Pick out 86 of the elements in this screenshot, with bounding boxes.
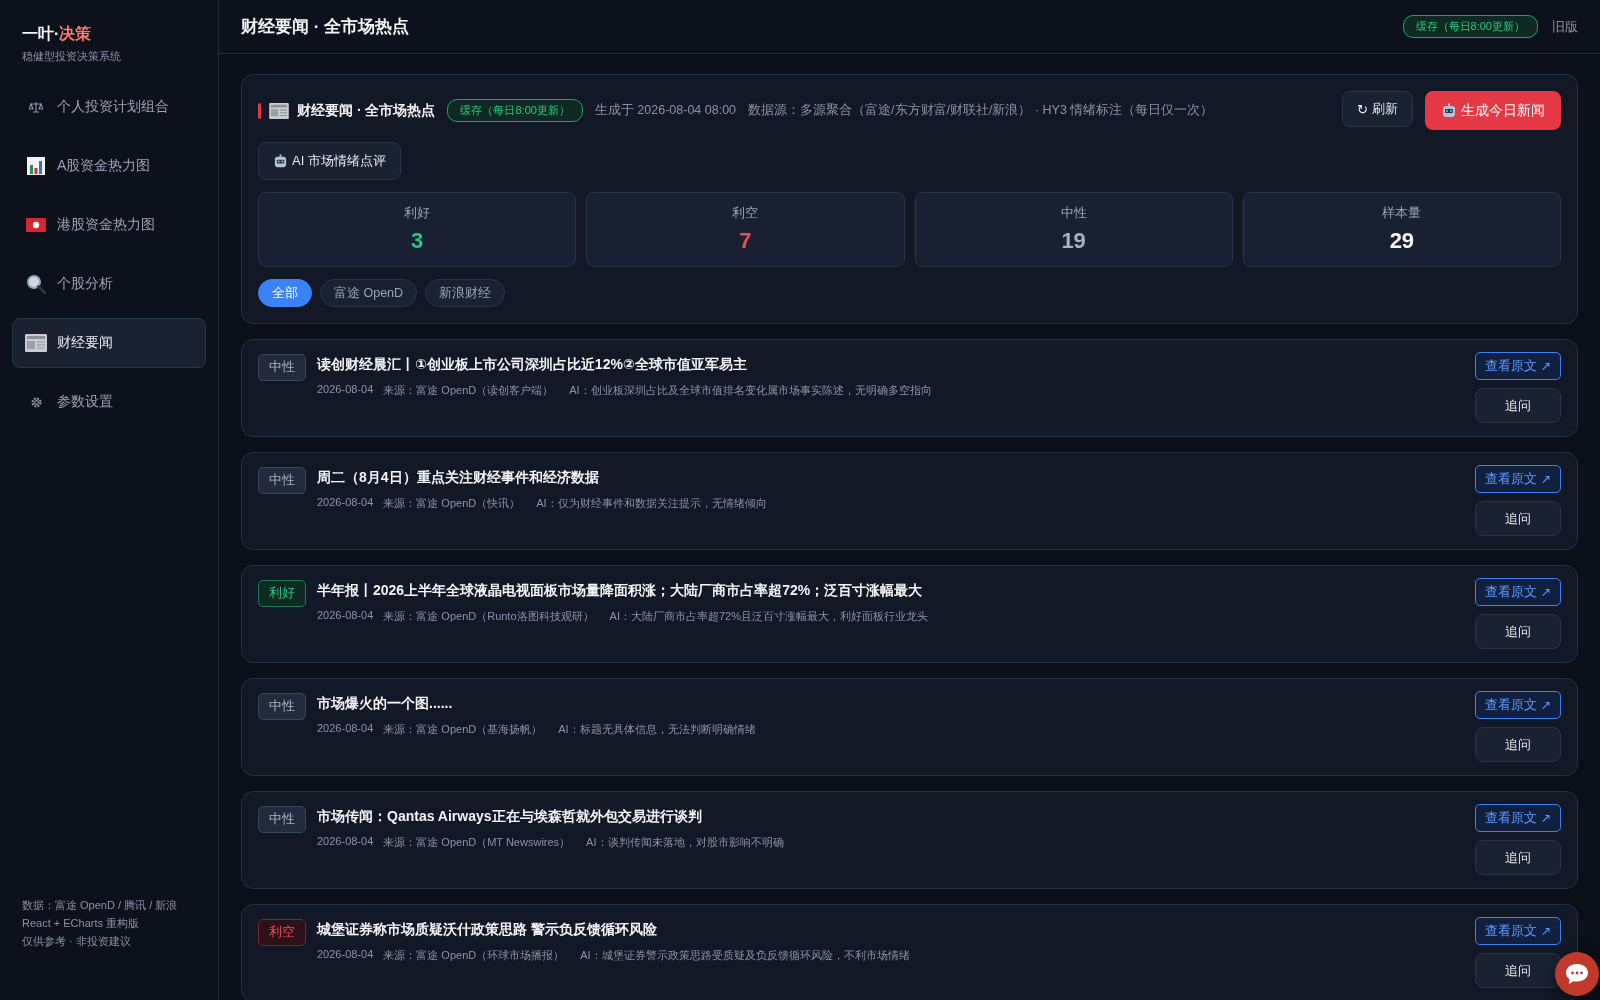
ask-button[interactable]: 追问 [1475,388,1561,423]
sidebar-item[interactable]: 参数设置 [12,377,206,427]
footer-text: 数据：富途 OpenD / 腾讯 / 新浪 [22,898,179,913]
sentiment-tag: 中性 [258,693,306,720]
view-original-link[interactable]: 查看原文 ↗ [1475,691,1561,719]
filter-chip[interactable]: 全部 [258,279,312,307]
news-source: 来源：富途 OpenD（Runto洛图科技观研） [383,609,594,624]
ask-button[interactable]: 追问 [1475,614,1561,649]
accent-bar [258,102,261,119]
flag-icon [26,218,46,232]
sentiment-tag: 利好 [258,580,306,607]
sentiment-tag: 中性 [258,806,306,833]
news-title[interactable]: 半年报丨2026上半年全球液晶电视面板市场量降面积涨；大陆厂商市占率超72%；泛百寸涨幅最大 [317,582,1464,600]
footer-text: 仅供参考 · 非投资建议 [22,934,132,949]
ai-comment: AI：标题无具体信息，无法判断明确情绪 [558,722,756,737]
sentiment-tag: 利空 [258,919,306,946]
search-icon [26,274,46,294]
robot-icon [1441,102,1457,119]
stat-value: 19 [1061,228,1086,254]
ask-button[interactable]: 追问 [1475,953,1561,988]
section-title: 财经要闻 · 全市场热点 [297,101,436,120]
news-source: 来源：富途 OpenD（MT Newswires） [383,835,571,850]
news-date: 2026-08-04 [317,496,374,510]
stat-value: 3 [411,228,424,254]
sidebar-item[interactable]: A股资金热力图 [12,141,206,191]
news-title[interactable]: 周二（8月4日）重点关注财经事件和经济数据 [317,469,1464,487]
sentiment-tag: 中性 [258,354,306,381]
news-source: 来源：富途 OpenD（基海扬帆） [383,722,543,737]
data-source-text: 数据源：多源聚合（富途/东方财富/财联社/新浪） · HY3 情绪标注（每日仅一次） [748,102,1214,119]
sidebar-item[interactable]: 个股分析 [12,259,206,309]
view-original-link[interactable]: 查看原文 ↗ [1475,465,1561,493]
ai-comment: AI：谈判传闻未落地，对股市影响不明确 [586,835,784,850]
bar-chart-icon [26,156,46,176]
view-original-link[interactable]: 查看原文 ↗ [1475,917,1561,945]
view-original-link[interactable]: 查看原文 ↗ [1475,804,1561,832]
stat-value: 7 [739,228,752,254]
news-date: 2026-08-04 [317,722,374,736]
newspaper-icon [269,102,289,119]
news-title[interactable]: 读创财经晨汇丨①创业板上市公司深圳占比近12%②全球市值亚军易主 [317,356,1464,374]
news-date: 2026-08-04 [317,609,374,623]
cache-badge: 缓存（每日8:00更新） [1402,15,1538,38]
ai-comment: AI：仅为财经事件和数据关注提示，无情绪倾向 [536,496,767,511]
filter-chip[interactable]: 新浪财经 [425,279,506,307]
brand-subtitle: 稳健型投资决策系统 [22,49,122,64]
news-title[interactable]: 城堡证券称市场质疑沃什政策思路 警示负反馈循环风险 [317,921,1464,939]
news-source: 来源：富途 OpenD（环球市场播报） [383,948,565,963]
cache-badge: 缓存（每日8:00更新） [447,99,583,122]
news-date: 2026-08-04 [317,835,374,849]
page-title: 财经要闻 · 全市场热点 [241,16,410,38]
news-date: 2026-08-04 [317,948,374,962]
sidebar-item[interactable]: 财经要闻 [12,318,206,368]
stat-label: 利好 [404,205,431,222]
scale-icon [29,101,43,113]
chat-icon [1564,962,1590,986]
news-source: 来源：富途 OpenD（读创客户端） [383,383,554,398]
footer-text: React + ECharts 重构版 [22,916,141,931]
view-original-link[interactable]: 查看原文 ↗ [1475,352,1561,380]
robot-icon [273,153,288,169]
brand-logo: 一叶·决策 [22,24,93,44]
sidebar-item[interactable]: 个人投资计划组合 [12,82,206,132]
settings-icon [29,395,43,409]
stat-label: 中性 [1060,205,1087,222]
ai-commentary-button[interactable]: AI 市场情绪点评 [258,142,401,180]
sentiment-tag: 中性 [258,467,306,494]
generate-news-button[interactable]: 生成今日新闻 [1425,91,1561,130]
generated-time: 生成于 2026-08-04 08:00 [594,102,737,119]
newspaper-icon [25,334,47,352]
news-date: 2026-08-04 [317,383,374,397]
ai-comment: AI：大陆厂商市占率超72%且泛百寸涨幅最大，利好面板行业龙头 [609,609,928,624]
chat-button[interactable] [1555,952,1599,996]
ask-button[interactable]: 追问 [1475,727,1561,762]
stat-value: 29 [1389,228,1415,254]
refresh-button[interactable]: ↻ 刷新 [1342,91,1413,127]
stat-label: 样本量 [1382,205,1422,222]
ask-button[interactable]: 追问 [1475,501,1561,536]
stat-label: 利空 [732,205,759,222]
old-version-link[interactable]: 旧版 [1552,17,1578,36]
ai-comment: AI：城堡证券警示政策思路受质疑及负反馈循环风险，不利市场情绪 [580,948,910,963]
ai-comment: AI：创业板深圳占比及全球市值排名变化属市场事实陈述，无明确多空指向 [569,383,932,398]
news-title[interactable]: 市场爆火的一个图...... [317,695,1464,713]
sidebar-item[interactable]: 港股资金热力图 [12,200,206,250]
view-original-link[interactable]: 查看原文 ↗ [1475,578,1561,606]
ask-button[interactable]: 追问 [1475,840,1561,875]
filter-chip[interactable]: 富途 OpenD [320,279,418,307]
news-source: 来源：富途 OpenD（快讯） [383,496,521,511]
news-title[interactable]: 市场传闻：Qantas Airways正在与埃森哲就外包交易进行谈判 [317,808,1464,826]
